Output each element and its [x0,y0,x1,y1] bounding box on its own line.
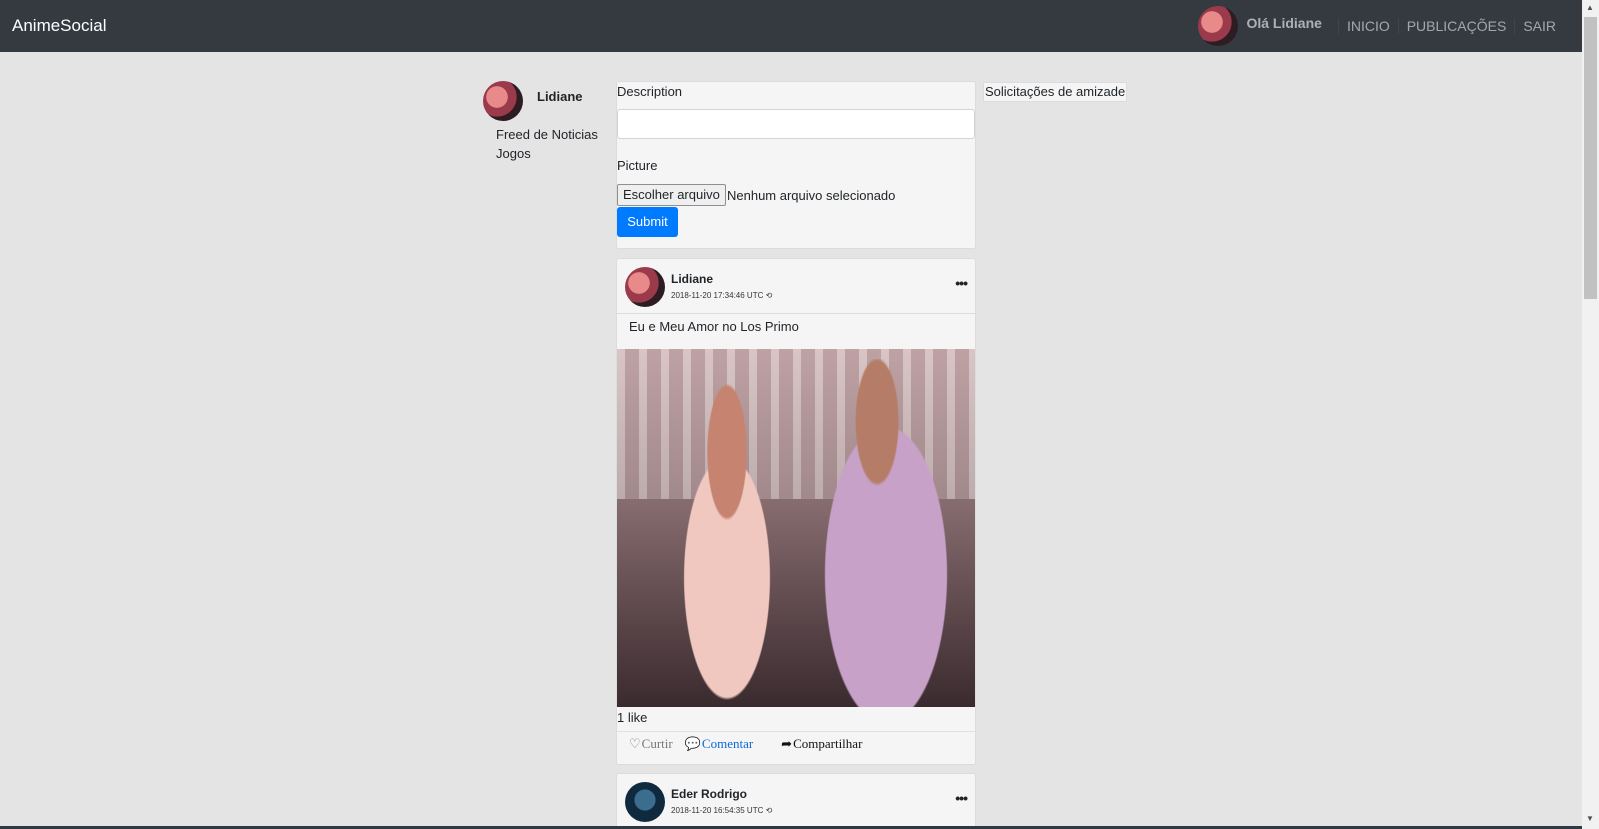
scrollbar-thumb[interactable] [1584,17,1597,299]
share-icon: ➦ [781,736,793,751]
new-post-form: Description Picture Escolher arquivo Nen… [616,81,976,249]
sidebar-avatar[interactable] [483,81,523,121]
post-likes-count[interactable]: 1 like [617,710,647,725]
picture-label: Picture [617,158,658,173]
choose-file-button[interactable]: Escolher arquivo [617,184,726,206]
comment-button[interactable]: 💬 Comentar [685,736,753,752]
nav-avatar[interactable] [1198,6,1239,46]
nav-link-inicio[interactable]: INICIO [1337,18,1398,34]
friend-requests-box[interactable]: Solicitações de amizade [983,82,1128,102]
heart-icon: ♡ [629,736,641,751]
nav-link-publicacoes[interactable]: PUBLICAÇÕES [1397,18,1515,34]
post-photo[interactable] [617,349,975,707]
brand-logo[interactable]: AnimeSocial [12,16,107,36]
post-author-avatar[interactable] [625,267,665,307]
ellipsis-icon[interactable]: ••• [955,790,968,806]
photo-person-left [652,367,802,707]
ellipsis-icon[interactable]: ••• [955,275,968,291]
sidebar-item-feed[interactable]: Freed de Noticias [496,125,598,144]
nav-right: Olá Lidiane INICIO PUBLICAÇÕES SAIR [1198,0,1564,52]
file-status: Nenhum arquivo selecionado [727,188,896,203]
scroll-up-icon[interactable]: ▲ [1586,3,1594,12]
top-navbar: AnimeSocial Olá Lidiane INICIO PUBLICAÇÕ… [0,0,1582,52]
description-input[interactable] [617,109,975,139]
history-icon: ⟲ [765,806,773,815]
history-icon: ⟲ [765,291,773,300]
post-timestamp: 2018-11-20 16:54:35 UTC ⟲ [671,806,773,815]
post-author[interactable]: Eder Rodrigo [671,787,747,801]
share-button[interactable]: ➦ Compartilhar [781,736,862,752]
scroll-down-icon[interactable]: ▼ [1586,814,1594,823]
page-scrollbar[interactable]: ▲ ▼ [1582,0,1599,829]
sidebar-username[interactable]: Lidiane [537,89,583,104]
divider [617,731,975,732]
nav-link-sair[interactable]: SAIR [1514,18,1564,34]
submit-button[interactable]: Submit [617,207,678,237]
divider [617,313,975,314]
nav-greeting: Olá Lidiane [1246,15,1322,31]
post-actions: ♡ Curtir 💬 Comentar ➦ Compartilhar [629,736,874,752]
post-card: Eder Rodrigo 2018-11-20 16:54:35 UTC ⟲ •… [616,773,976,829]
sidebar-menu: Freed de Noticias Jogos [496,125,598,163]
like-button[interactable]: ♡ Curtir [629,736,673,752]
post-author[interactable]: Lidiane [671,272,713,286]
post-author-avatar[interactable] [625,782,665,822]
comment-icon: 💬 [684,736,701,751]
description-label: Description [617,84,683,99]
post-timestamp: 2018-11-20 17:34:46 UTC ⟲ [671,291,773,300]
photo-person-right [797,359,975,707]
post-card: Lidiane 2018-11-20 17:34:46 UTC ⟲ ••• Eu… [616,258,976,765]
post-caption: Eu e Meu Amor no Los Primo [629,319,799,334]
sidebar-item-jogos[interactable]: Jogos [496,144,598,163]
